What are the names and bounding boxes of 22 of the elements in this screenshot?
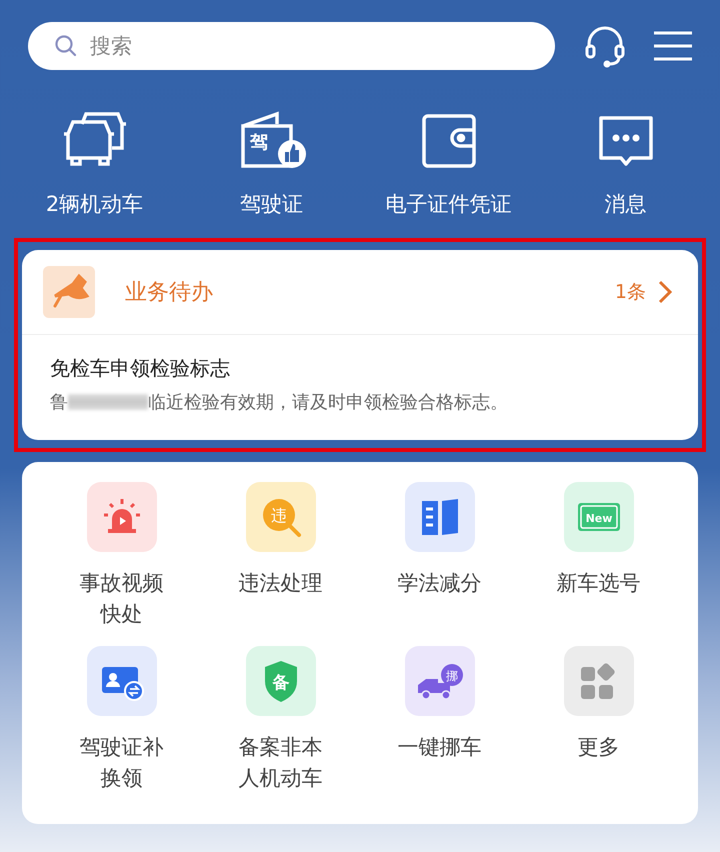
todo-item-title: 免检车申领检验标志 [50, 355, 231, 382]
pushpin-icon [43, 266, 95, 318]
nav-item[interactable]: 2辆机动车 [6, 110, 183, 218]
todo-title: 业务待办 [125, 279, 214, 307]
nav-item[interactable]: 电子证件凭证 [360, 110, 537, 218]
service-item[interactable]: 学法减分 [360, 482, 519, 630]
menu-icon[interactable] [653, 29, 693, 63]
plate-prefix: 鲁 [50, 391, 68, 414]
service-item[interactable]: 备 备案非本人机动车 [201, 646, 360, 794]
nav-item[interactable]: 驾 驾驶证 [183, 110, 360, 218]
chevron-right-icon [658, 280, 672, 304]
service-item[interactable]: 更多 [519, 646, 678, 794]
service-item[interactable]: 驾驶证补换领 [42, 646, 201, 794]
service-item[interactable]: 事故视频快处 [42, 482, 201, 630]
service-item[interactable]: 违 违法处理 [201, 482, 360, 630]
service-item[interactable]: New 新车选号 [519, 482, 678, 630]
search-field[interactable]: 搜索 [28, 22, 555, 70]
todo-item-text: 临近检验有效期，请及时申领检验合格标志。 [148, 391, 508, 414]
service-item[interactable]: 挪 一键挪车 [360, 646, 519, 794]
headset-icon[interactable] [583, 24, 627, 68]
search-icon [54, 34, 78, 58]
nav-item[interactable]: 消息 [537, 110, 714, 218]
